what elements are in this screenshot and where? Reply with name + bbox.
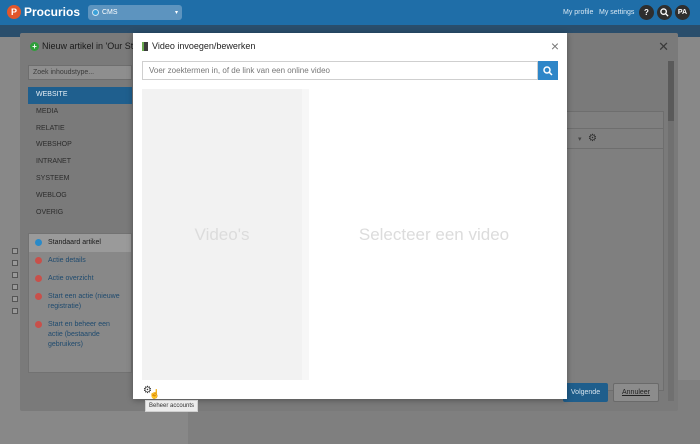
video-preview-pane: Selecteer een video bbox=[309, 89, 559, 380]
category-item-media[interactable]: MEDIA bbox=[28, 104, 132, 121]
video-insert-modal: Video invoegen/bewerken × Voer zoekterme… bbox=[133, 33, 567, 412]
content-type-search-input[interactable]: Zoek inhoudstype... bbox=[28, 65, 132, 80]
my-settings-link[interactable]: My settings bbox=[599, 9, 634, 16]
site-select[interactable]: CMS ▾ bbox=[88, 5, 182, 20]
video-list-pane[interactable]: Video's bbox=[142, 89, 302, 380]
plus-icon: + bbox=[30, 41, 39, 51]
chevron-down-icon[interactable]: ▾ bbox=[578, 135, 582, 143]
modal-title: Video invoegen/bewerken bbox=[142, 41, 255, 51]
pane-divider bbox=[302, 89, 309, 380]
globe-icon bbox=[92, 9, 99, 16]
help-button[interactable]: ? bbox=[639, 5, 654, 20]
gear-icon[interactable]: ⚙ bbox=[588, 133, 597, 144]
search-icon bbox=[543, 65, 553, 76]
tree-expander bbox=[12, 284, 18, 290]
content-type-actie-details[interactable]: Actie details bbox=[29, 252, 131, 270]
category-item-webshop[interactable]: WEBSHOP bbox=[28, 137, 132, 154]
top-bar: P Procurios CMS ▾ My profile My settings… bbox=[0, 0, 700, 25]
category-item-website[interactable]: WEBSITE bbox=[28, 87, 132, 104]
content-type-label: Actie overzicht bbox=[48, 275, 94, 282]
chevron-down-icon: ▾ bbox=[174, 10, 178, 16]
category-item-relatie[interactable]: RELATIE bbox=[28, 121, 132, 138]
tree-expander bbox=[12, 260, 18, 266]
my-profile-link[interactable]: My profile bbox=[563, 9, 593, 16]
user-avatar[interactable]: PA bbox=[675, 5, 690, 20]
content-type-label: Start een actie (nieuwe registratie) bbox=[48, 293, 120, 310]
search-button[interactable] bbox=[657, 5, 672, 20]
apple-icon bbox=[35, 321, 42, 328]
hand-cursor-icon: ☝ bbox=[149, 389, 161, 399]
apple-icon bbox=[35, 275, 42, 282]
content-type-label: Actie details bbox=[48, 257, 86, 264]
avatar-initials: PA bbox=[677, 9, 688, 16]
close-icon[interactable]: ✕ bbox=[658, 39, 669, 55]
apple-icon bbox=[35, 293, 42, 300]
content-type-list: Standaard artikel Actie details Actie ov… bbox=[28, 233, 132, 373]
content-type-label: Start en beheer een actie (bestaande geb… bbox=[48, 321, 110, 348]
apple-icon bbox=[35, 257, 42, 264]
content-type-start-actie[interactable]: Start een actie (nieuwe registratie) bbox=[29, 288, 131, 316]
procurios-logo[interactable]: P Procurios bbox=[7, 5, 80, 19]
tree-expander bbox=[12, 272, 18, 278]
brand-name: Procurios bbox=[24, 5, 81, 19]
modal-title-text: Video invoegen/bewerken bbox=[152, 41, 256, 51]
content-type-standaard-artikel[interactable]: Standaard artikel bbox=[29, 234, 131, 252]
globe-icon bbox=[35, 239, 42, 246]
video-preview-placeholder: Selecteer een video bbox=[358, 224, 510, 244]
content-type-start-beheer-actie[interactable]: Start en beheer een actie (bestaande geb… bbox=[29, 316, 131, 354]
dialog-title-text: Nieuw artikel in 'Our St bbox=[42, 41, 134, 51]
content-type-actie-overzicht[interactable]: Actie overzicht bbox=[29, 270, 131, 288]
tree-expander bbox=[12, 296, 18, 302]
category-item-intranet[interactable]: INTRANET bbox=[28, 154, 132, 171]
dialog-scrollbar-thumb[interactable] bbox=[668, 61, 674, 121]
category-item-weblog[interactable]: WEBLOG bbox=[28, 188, 132, 205]
video-search-input[interactable]: Voer zoektermen in, of de link van een o… bbox=[142, 61, 538, 80]
search-icon bbox=[660, 8, 669, 17]
category-list: WEBSITE MEDIA RELATIE WEBSHOP INTRANET S… bbox=[28, 87, 132, 221]
category-item-systeem[interactable]: SYSTEEM bbox=[28, 171, 132, 188]
category-item-overig[interactable]: OVERIG bbox=[28, 205, 132, 222]
tooltip: Beheer accounts bbox=[145, 400, 199, 412]
cancel-label: Annuleer bbox=[621, 389, 651, 396]
film-icon bbox=[142, 41, 148, 51]
dialog-title: + Nieuw artikel in 'Our St bbox=[30, 41, 133, 51]
tree-expander bbox=[12, 248, 18, 254]
video-search-button[interactable] bbox=[538, 61, 558, 80]
close-icon[interactable]: × bbox=[551, 38, 559, 54]
next-button[interactable]: Volgende bbox=[563, 383, 608, 402]
tree-expander bbox=[12, 308, 18, 314]
procurios-logo-icon: P bbox=[7, 5, 21, 19]
site-select-value: CMS bbox=[102, 9, 118, 16]
cancel-button[interactable]: Annuleer bbox=[613, 383, 659, 402]
video-list-placeholder: Video's bbox=[194, 224, 250, 244]
content-type-label: Standaard artikel bbox=[48, 239, 101, 246]
help-icon: ? bbox=[644, 8, 649, 17]
